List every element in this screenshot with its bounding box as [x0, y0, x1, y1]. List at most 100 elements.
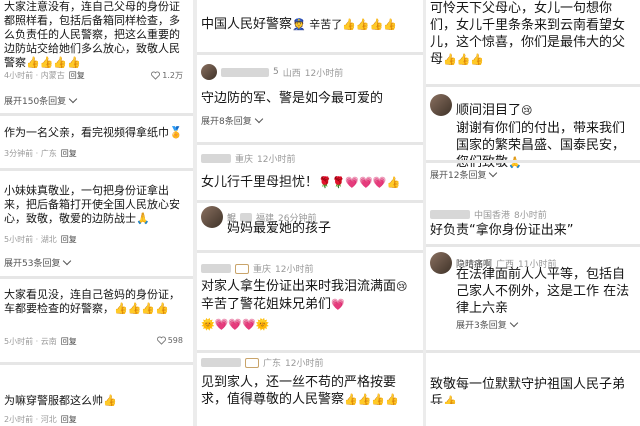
divider — [0, 113, 193, 116]
comment-item[interactable]: 为嘛穿警服都这么帅👍 2小时前 · 河北 回复 — [0, 392, 193, 426]
username: 5 — [273, 67, 279, 77]
divider — [0, 362, 193, 365]
chevron-down-icon — [509, 318, 518, 328]
timestamp: 12小时前 — [304, 68, 344, 79]
heart-icon — [151, 71, 161, 80]
comment-emoji: 👍👍👍👍 — [344, 393, 399, 406]
comment-item[interactable]: 致敬每一位默默守护祖国人民子弟兵👍 — [426, 374, 640, 404]
divider — [426, 244, 640, 247]
divider — [426, 160, 640, 163]
comment-emoji: 😢 — [396, 280, 408, 293]
comment-meta: 5小时前 · 湖北 回复 — [4, 235, 77, 244]
comment-item[interactable]: 大家注意没有，连自己父母的身份证都照样看，包括后备箱同样检查，多么负责任的人民警… — [0, 0, 193, 110]
comment-item[interactable]: 中国香港 8小时前 好负责“拿你身份证出来” — [426, 208, 640, 238]
badge-icon — [235, 263, 249, 274]
divider — [426, 350, 640, 353]
comment-user[interactable]: 广东 12小时前 — [201, 356, 323, 369]
comment-column-3: 可怜天下父母心，女儿一句想你们，女儿千里条条来到云南看望女儿，这个惊喜，你们是最… — [426, 0, 640, 426]
comment-item[interactable]: 隐晴痛啊 广西 11小时前 在法律面前人人平等，包括自己家人不例外，这是工作 在… — [426, 252, 640, 342]
like-count: 1.2万 — [162, 71, 183, 80]
comment-item[interactable]: 重庆 12小时前 女儿行千里母担忧！🌹🌹💗💗💗👍 — [197, 152, 423, 198]
avatar[interactable] — [430, 94, 452, 116]
expand-replies[interactable]: 展开8条回复 — [201, 114, 263, 127]
comment-item[interactable]: 鲲 福建 26分钟前 妈妈最爱她的孩子 — [197, 204, 423, 248]
comment-text: 在法律面前人人平等，包括自己家人不例外，这是工作 在法律上六亲 — [456, 267, 630, 316]
comment-text: 作为一名父亲，看完视频得拿纸巾🏅 — [4, 126, 183, 139]
divider — [197, 200, 423, 203]
comment-user[interactable]: 中国香港 8小时前 — [430, 208, 547, 221]
comment-text: 为嘛穿警服都这么帅👍 — [4, 394, 117, 407]
expand-replies[interactable]: 展开53条回复 — [4, 256, 72, 269]
timestamp: 8小时前 — [514, 211, 547, 221]
username-blurred — [201, 154, 231, 163]
comment-text: 大家注意没有，连自己父母的身份证都照样看，包括后备箱同样检查，多么负责任的人民警… — [4, 0, 180, 69]
expand-replies[interactable]: 展开3条回复 — [456, 318, 518, 331]
timestamp: 12小时前 — [285, 359, 324, 369]
username-blurred — [430, 210, 470, 219]
chevron-down-icon — [68, 94, 78, 104]
like-button[interactable]: 598 — [156, 336, 183, 345]
divider — [197, 250, 423, 253]
reply-button[interactable]: 回复 — [61, 149, 77, 158]
comment-item[interactable]: 可怜天下父母心，女儿一句想你们，女儿千里条条来到云南看望女儿，这个惊喜，你们是最… — [426, 0, 640, 84]
comment-meta: 2小时前 · 河北 回复 — [4, 415, 77, 424]
username-blurred — [201, 264, 231, 273]
heart-icon — [156, 336, 166, 345]
location: 重庆 — [253, 265, 272, 275]
expand-replies[interactable]: 展开150条回复 — [4, 94, 78, 107]
reply-button[interactable]: 回复 — [69, 71, 85, 80]
comment-text: 小妹妹真敬业，一句把身份证拿出来，把后备箱打开使全国人民放心安心，致敬，敬爱的边… — [4, 184, 180, 225]
reply-button[interactable]: 回复 — [61, 337, 77, 346]
comment-item[interactable]: 中国人民好警察👮 辛苦了👍👍👍👍 — [197, 14, 423, 38]
comment-emoji: 👍 — [103, 394, 117, 407]
badge-icon — [245, 357, 259, 368]
location: 重庆 — [235, 155, 254, 165]
username-blurred — [221, 67, 269, 77]
reply-button[interactable]: 回复 — [61, 235, 77, 244]
location: 山西 — [282, 68, 301, 79]
comment-emoji: 🙏 — [136, 212, 150, 225]
username-blurred — [201, 358, 241, 367]
comment-item[interactable]: 重庆 12小时前 对家人拿生份证出来时我泪流满面😢 辛苦了警花姐妹兄弟们💗 🌞💗… — [197, 262, 423, 346]
comment-text: 女儿行千里母担忧！🌹🌹💗💗💗👍 — [201, 175, 401, 190]
comment-user[interactable]: 重庆 12小时前 — [201, 152, 295, 165]
chevron-down-icon — [489, 168, 498, 178]
comment-meta: 4小时前 · 内蒙古 回复 — [4, 71, 85, 80]
comment-user[interactable]: 重庆 12小时前 — [201, 262, 313, 275]
comment-text: 见到家人，还一丝不苟的严格按要求，值得尊敬的人民警察👍👍👍👍 — [201, 375, 399, 407]
comment-emoji: 👍 — [443, 395, 457, 404]
comment-emoji: 🌹🌹💗💗💗👍 — [318, 176, 401, 189]
comment-item[interactable]: 大家看见没，连自己爸妈的身份证，车都要检查的好警察，👍👍👍👍 5小时前 · 云南… — [0, 286, 193, 356]
comment-emoji: 👍👍👍 — [443, 53, 485, 66]
avatar[interactable] — [201, 64, 217, 80]
comment-text: 致敬每一位默默守护祖国人民子弟兵👍 — [430, 376, 636, 404]
like-count: 598 — [167, 336, 183, 345]
reply-button[interactable]: 回复 — [61, 415, 77, 424]
comment-meta: 5小时前 · 云南 回复 — [4, 337, 77, 346]
comment-item[interactable]: 5 山西 12小时前 守边防的军、警是如今最可爱的 展开8条回复 — [197, 62, 423, 128]
expand-replies[interactable]: 展开12条回复 — [430, 168, 498, 181]
location: 广东 — [263, 359, 282, 369]
comment-column-1: 大家注意没有，连自己父母的身份证都照样看，包括后备箱同样检查，多么负责任的人民警… — [0, 0, 193, 426]
comment-item[interactable]: 广东 12小时前 见到家人，还一丝不苟的严格按要求，值得尊敬的人民警察👍👍👍👍 — [197, 356, 423, 426]
comment-user[interactable]: 5 山西 12小时前 — [201, 64, 343, 80]
comment-emoji: 👮 辛苦了👍👍👍👍 — [292, 18, 397, 31]
comment-meta: 3分钟前 · 广东 回复 — [4, 149, 77, 158]
avatar[interactable] — [201, 206, 223, 228]
comment-text: 中国人民好警察👮 辛苦了👍👍👍👍 — [201, 17, 397, 32]
comment-text-line2: 辛苦了警花姐妹兄弟们💗 — [201, 297, 345, 312]
comment-text: 守边防的军、警是如今最可爱的 — [201, 91, 384, 106]
avatar[interactable] — [430, 252, 452, 274]
chevron-down-icon — [63, 256, 72, 266]
comment-text: 妈妈最爱她的孩子 — [227, 221, 332, 236]
comment-text-line2: 谢谢有你们的付出，带来我们国家的繁荣昌盛、国泰民安，您们致敬🙏 — [456, 120, 636, 171]
comment-emoji: 👍👍👍👍 — [26, 56, 81, 69]
comment-text: 大家看见没，连自己爸妈的身份证，车都要检查的好警察，👍👍👍👍 — [4, 288, 180, 315]
expand-replies-row[interactable]: 展开12条回复 — [426, 166, 640, 188]
like-button[interactable]: 1.2万 — [151, 70, 183, 81]
comment-emoji: 💗 — [331, 298, 345, 311]
timestamp: 12小时前 — [275, 265, 314, 275]
location: 中国香港 — [474, 211, 511, 221]
comment-item[interactable]: 小妹妹真敬业，一句把身份证拿出来，把后备箱打开使全国人民放心安心，致敬，敬爱的边… — [0, 180, 193, 272]
comment-item[interactable]: 作为一名父亲，看完视频得拿纸巾🏅 3分钟前 · 广东 回复 — [0, 124, 193, 164]
